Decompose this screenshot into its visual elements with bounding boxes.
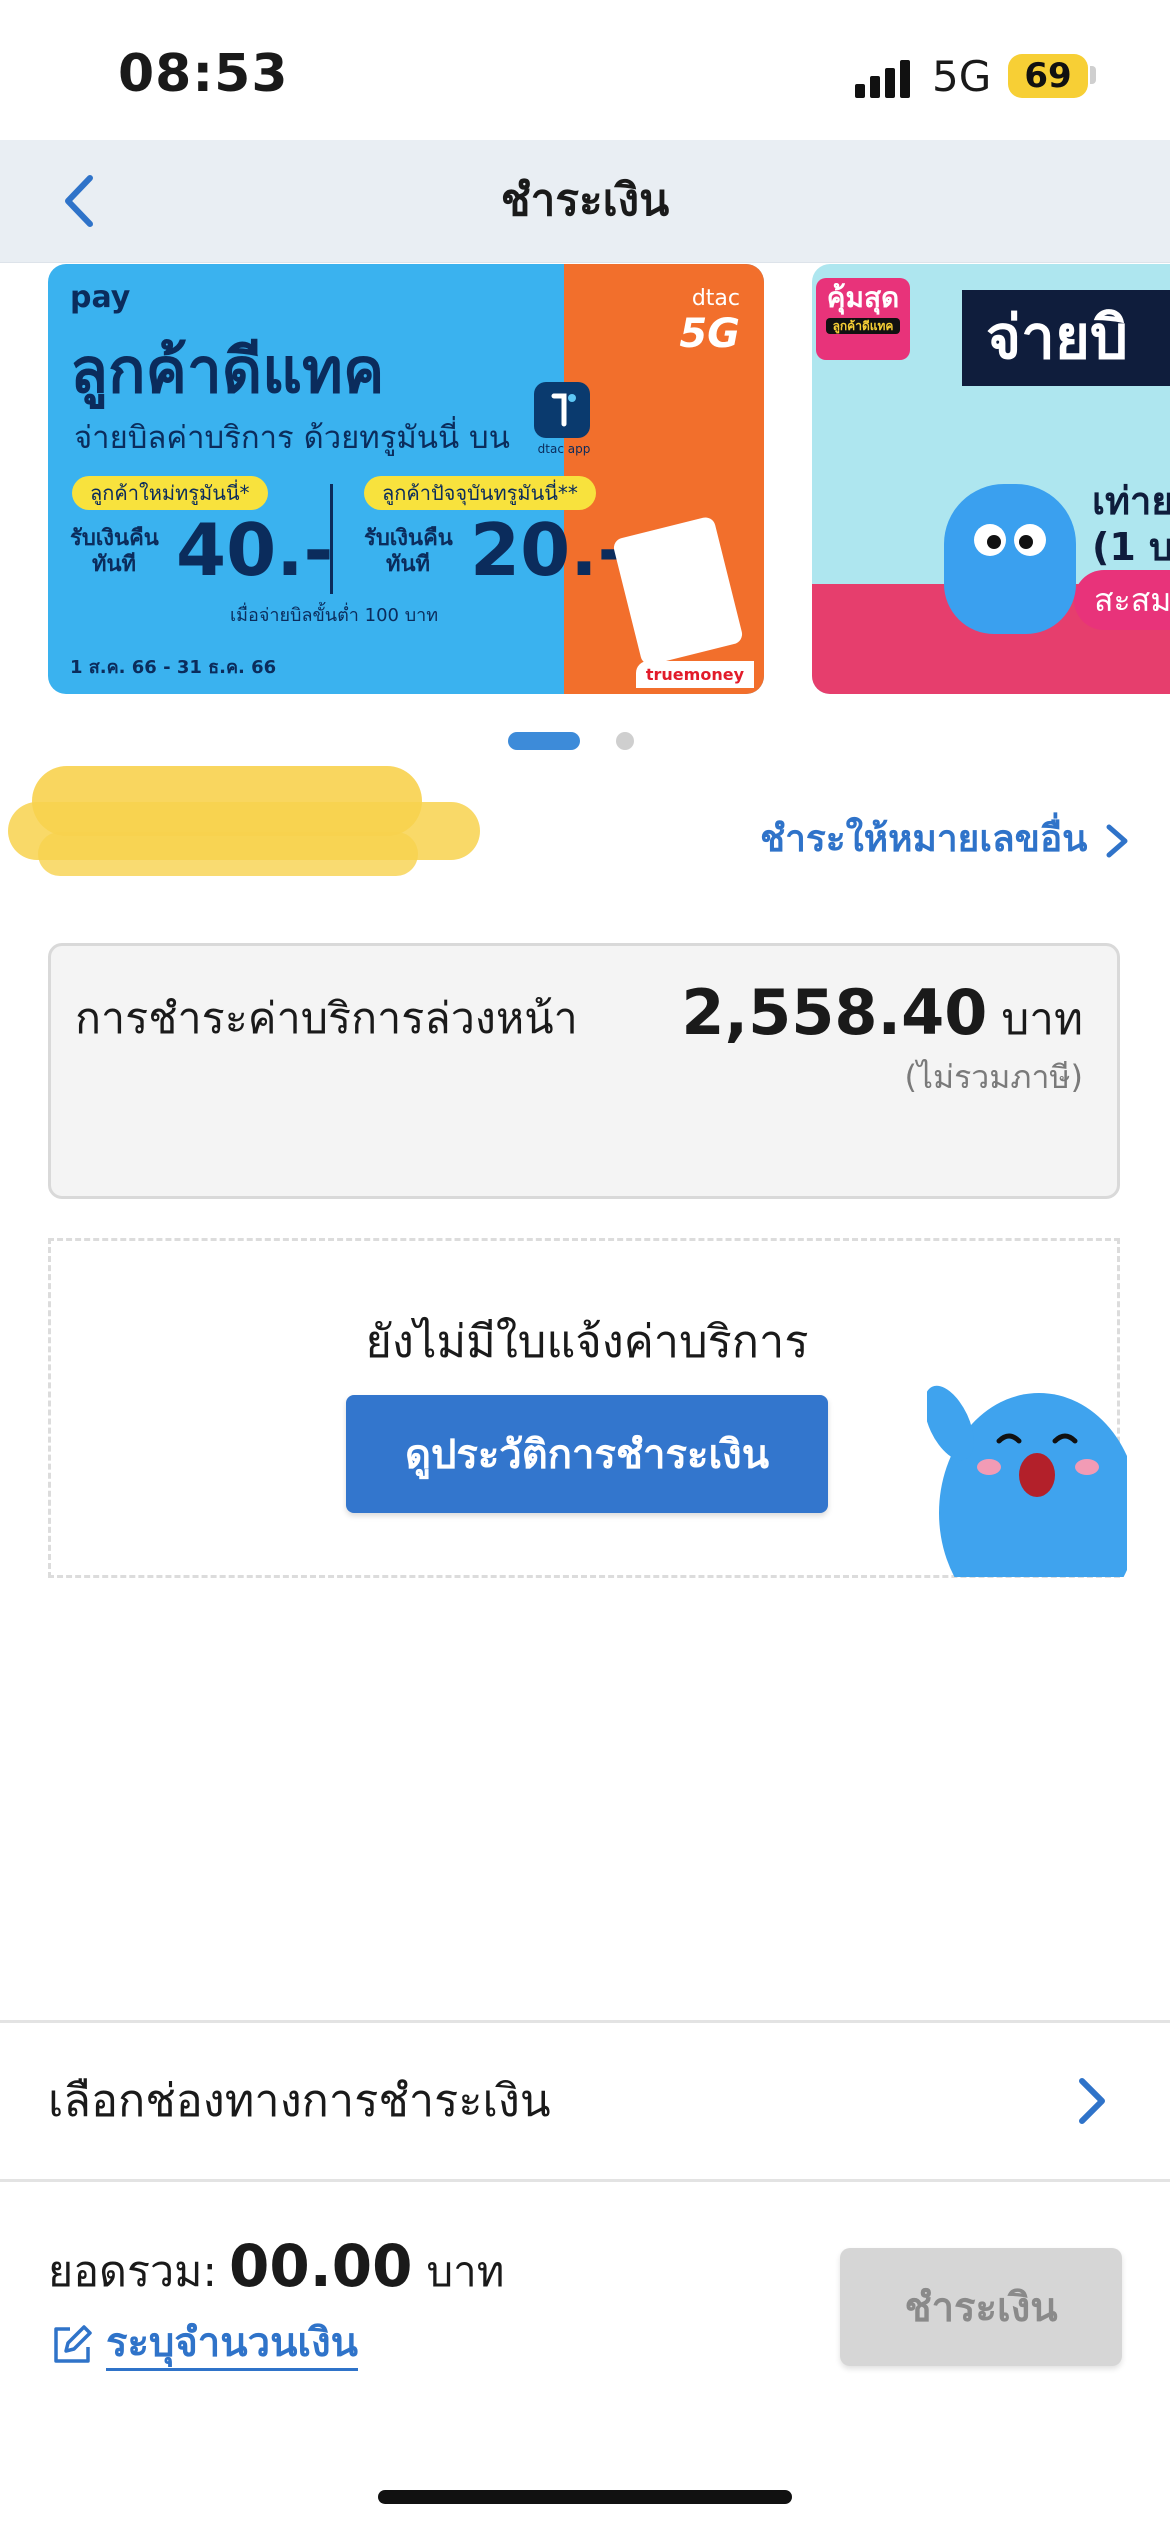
- pay-other-number-label: ชำระให้หมายเลขอื่น: [760, 817, 1088, 860]
- chevron-left-icon: [65, 175, 93, 227]
- home-indicator[interactable]: [378, 2490, 792, 2504]
- advance-payment-card[interactable]: การชำระค่าบริการล่วงหน้า 2,558.40 บาท (ไม…: [48, 943, 1120, 1199]
- total-currency: บาท: [426, 2247, 505, 2296]
- banner2-title: จ่ายบิ: [962, 290, 1170, 386]
- specify-amount-label: ระบุจำนวนเงิน: [106, 2318, 358, 2371]
- status-time: 08:53: [118, 44, 289, 104]
- masked-phone-number: [8, 762, 480, 882]
- banner2-badge-sub: ลูกค้าดีแทค: [826, 318, 900, 334]
- banner-brand-bottom: 5G: [679, 311, 740, 357]
- select-payment-channel-row[interactable]: เลือกช่องทางการชำระเงิน: [0, 2020, 1170, 2182]
- banner-brand: dtac 5G: [679, 286, 740, 357]
- cashback-label-line2: ทันที: [386, 552, 431, 577]
- cashback-label-line1: รับเงินคืน: [70, 526, 159, 551]
- advance-amount-currency: บาท: [1001, 994, 1083, 1045]
- advance-payment-label: การชำระค่าบริการล่วงหน้า: [75, 994, 578, 1044]
- payment-channel-label: เลือกช่องทางการชำระเงิน: [48, 2074, 551, 2127]
- promo-carousel[interactable]: pay dtac 5G ลูกค้าดีแทค จ่ายบิลค่าบริการ…: [0, 262, 1170, 697]
- dtac-app-icon: [534, 382, 590, 438]
- truemoney-logo: truemoney: [635, 661, 754, 688]
- specify-amount-link[interactable]: ระบุจำนวนเงิน: [48, 2318, 358, 2382]
- tax-note: (ไม่รวมภาษี): [904, 1058, 1083, 1096]
- cashback-label-line2: ทันที: [92, 552, 137, 577]
- total-amount: ยอดรวม: 00.00 บาท: [48, 2232, 504, 2305]
- banner2-line3: (1 บ: [1092, 525, 1170, 569]
- cashback-existing-value: 20.-: [470, 508, 628, 592]
- banner-note: เมื่อจ่ายบิลขั้นต่ำ 100 บาท: [230, 605, 439, 626]
- banner-pill-new: ลูกค้าใหม่ทรูมันนี่*: [72, 476, 268, 510]
- promo-banner-dtac-truemoney[interactable]: pay dtac 5G ลูกค้าดีแทค จ่ายบิลค่าบริการ…: [48, 264, 764, 694]
- edit-icon: [54, 2324, 92, 2363]
- carousel-dot-active[interactable]: [508, 732, 580, 750]
- advance-payment-amount: 2,558.40 บาท: [681, 976, 1083, 1054]
- status-bar: 08:53 5G 69: [0, 0, 1170, 140]
- view-payment-history-button[interactable]: ดูประวัติการชำระเงิน: [346, 1395, 828, 1513]
- chevron-right-icon: [1079, 2078, 1105, 2124]
- battery-level: 69: [1024, 56, 1072, 96]
- banner-app-name: dtac app: [537, 442, 591, 456]
- page-title: ชำระเงิน: [500, 175, 670, 226]
- banner2-badge-text: คุ้มสุด: [826, 281, 900, 314]
- mascot-illustration: [944, 484, 1076, 634]
- pay-other-number-link[interactable]: ชำระให้หมายเลขอื่น: [760, 808, 1133, 870]
- total-value: 00.00: [229, 2232, 413, 2300]
- banner2-pill: สะสม: [1074, 570, 1170, 630]
- signal-icon: [855, 60, 915, 98]
- chevron-right-icon: [1106, 824, 1128, 857]
- banner-pay-label: pay: [70, 280, 131, 315]
- carousel-pagination: [0, 732, 1170, 752]
- nav-bar: ชำระเงิน: [0, 140, 1170, 263]
- cashback-new-value: 40.-: [176, 508, 334, 592]
- total-label: ยอดรวม:: [48, 2247, 218, 2297]
- no-bill-card: ยังไม่มีใบแจ้งค่าบริการ ดูประวัติการชำระ…: [48, 1238, 1127, 1578]
- mascot-illustration: [927, 1363, 1127, 1577]
- pay-button[interactable]: ชำระเงิน: [840, 2248, 1122, 2366]
- banner-title: ลูกค้าดีแทค: [70, 334, 385, 407]
- network-label: 5G: [932, 52, 992, 101]
- cashback-label-line1: รับเงินคืน: [364, 526, 453, 551]
- payment-screen: 08:53 5G 69 ชำระเงิน pay dtac 5G ลูกค้าด…: [0, 0, 1170, 2532]
- banner-subtitle: จ่ายบิลค่าบริการ ด้วยทรูมันนี่ บน: [74, 420, 510, 456]
- advance-amount-value: 2,558.40: [681, 976, 988, 1049]
- cashback-label-new: รับเงินคืน ทันที: [70, 526, 159, 578]
- banner2-badge: คุ้มสุด ลูกค้าดีแทค: [816, 278, 910, 360]
- banner-brand-top: dtac: [691, 286, 740, 311]
- battery-tip: [1090, 66, 1096, 84]
- back-button[interactable]: [48, 166, 118, 236]
- carousel-dot[interactable]: [616, 732, 634, 750]
- cashback-label-existing: รับเงินคืน ทันที: [364, 526, 453, 578]
- banner-pill-existing: ลูกค้าปัจจุบันทรูมันนี่**: [364, 476, 596, 510]
- promo-banner-pay-bill[interactable]: คุ้มสุด ลูกค้าดีแทค จ่ายบิ ร เท่าย (1 บ …: [812, 264, 1170, 694]
- battery-icon: 69: [1008, 54, 1088, 98]
- banner-divider: [330, 484, 333, 594]
- banner-date-range: 1 ส.ค. 66 - 31 ธ.ค. 66: [70, 657, 277, 678]
